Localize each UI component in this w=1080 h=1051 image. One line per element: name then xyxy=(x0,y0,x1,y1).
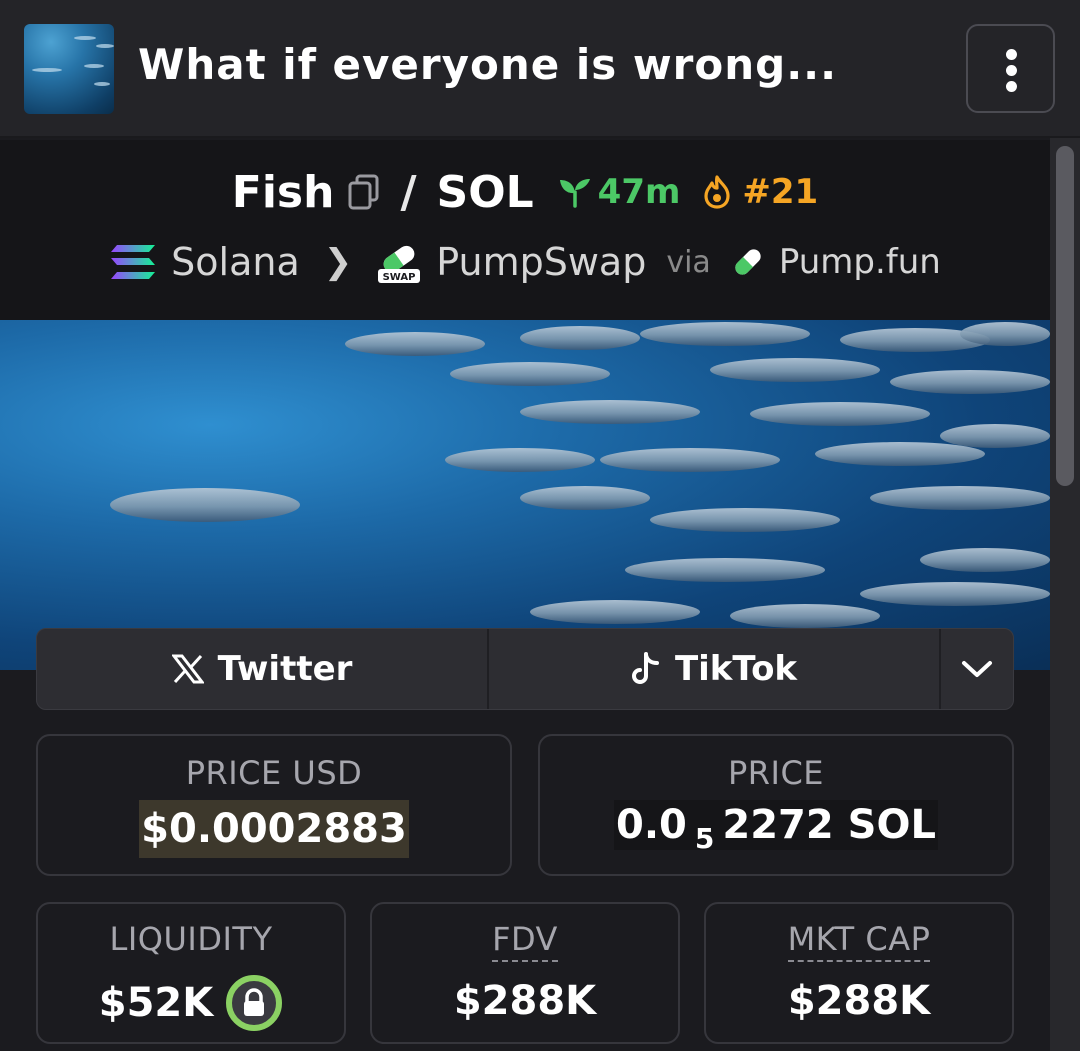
pumpswap-icon: SWAP xyxy=(378,245,421,283)
school-fish xyxy=(520,326,640,350)
dex-name[interactable]: PumpSwap xyxy=(436,240,646,284)
school-fish xyxy=(860,582,1050,606)
school-fish xyxy=(650,508,840,532)
pair-age: 47m xyxy=(558,172,681,212)
lock-icon[interactable] xyxy=(225,974,283,1032)
social-links-bar: Twitter TikTok xyxy=(36,628,1014,710)
pair-title: Fish / SOL 47m #21 xyxy=(0,162,1050,222)
more-options-button[interactable] xyxy=(966,24,1055,113)
school-fish xyxy=(710,358,880,382)
fdv-value: $288K xyxy=(453,978,597,1024)
school-fish xyxy=(920,548,1050,572)
school-fish xyxy=(890,370,1050,394)
pair-age-text: 47m xyxy=(597,172,681,212)
trending-rank-text: #21 xyxy=(742,172,819,212)
pill-icon xyxy=(735,249,761,275)
school-fish xyxy=(870,486,1050,510)
school-fish xyxy=(345,332,485,356)
chevron-right-icon: ❯ xyxy=(323,242,353,282)
solana-logo-icon xyxy=(111,245,156,279)
school-fish xyxy=(625,558,825,582)
mkt-cap-label[interactable]: MKT CAP xyxy=(706,920,1012,962)
scrollbar-thumb[interactable] xyxy=(1056,146,1074,486)
price-native-card: PRICE 0.0 5 2272 SOL xyxy=(538,734,1014,876)
svg-text:SWAP: SWAP xyxy=(383,272,416,283)
price-native-label: PRICE xyxy=(727,754,825,792)
mkt-cap-card: MKT CAP $288K xyxy=(704,902,1014,1044)
chain-name[interactable]: Solana xyxy=(171,240,300,284)
tiktok-label: TikTok xyxy=(674,649,798,689)
school-fish xyxy=(600,448,780,472)
token-thumbnail xyxy=(24,24,114,114)
price-native-unit: SOL xyxy=(847,802,936,848)
liquidity-value: $52K xyxy=(38,974,344,1032)
token-banner-image xyxy=(0,320,1050,670)
base-symbol: Fish xyxy=(231,166,335,218)
fdv-card: FDV $288K xyxy=(370,902,680,1044)
tiktok-icon xyxy=(631,652,659,684)
launchpad-name[interactable]: Pump.fun xyxy=(779,242,941,282)
tiktok-link[interactable]: TikTok xyxy=(489,629,939,709)
price-usd-amount: $0.0002883 xyxy=(139,800,409,858)
price-native-value: 0.0 5 2272 SOL xyxy=(540,800,1012,855)
copy-icon[interactable] xyxy=(348,174,380,210)
trending-rank[interactable]: #21 xyxy=(702,172,818,212)
more-socials-button[interactable] xyxy=(941,629,1013,709)
flame-icon xyxy=(704,175,731,209)
page-title: What if everyone is wrong... xyxy=(138,40,838,89)
price-native-prefix: 0.0 xyxy=(616,802,687,848)
twitter-label: Twitter xyxy=(217,649,353,689)
via-label: via xyxy=(666,244,711,280)
chevron-down-icon xyxy=(962,661,992,677)
scrollbar[interactable] xyxy=(1050,138,1080,1051)
token-header: Fish / SOL 47m #21 Solana ❯ SWAP PumpSwa… xyxy=(0,140,1050,320)
pair-separator: / xyxy=(400,166,417,218)
school-fish xyxy=(520,486,650,510)
school-fish xyxy=(730,604,880,628)
x-logo-icon xyxy=(171,654,204,684)
mkt-cap-label-text: MKT CAP xyxy=(787,920,931,962)
school-fish xyxy=(450,362,610,386)
price-native-zero-count: 5 xyxy=(694,822,715,855)
liquidity-card: LIQUIDITY $52K xyxy=(36,902,346,1044)
liquidity-amount: $52K xyxy=(98,980,214,1026)
sprout-icon xyxy=(559,179,590,208)
school-fish xyxy=(445,448,595,472)
price-usd-label: PRICE USD xyxy=(185,754,363,792)
school-fish xyxy=(640,322,810,346)
fdv-label-text: FDV xyxy=(492,920,558,962)
liquidity-label: LIQUIDITY xyxy=(109,920,273,958)
lone-fish xyxy=(110,488,300,522)
mkt-cap-value: $288K xyxy=(787,978,931,1024)
price-usd-card: PRICE USD $0.0002883 xyxy=(36,734,512,876)
school-fish xyxy=(530,600,700,624)
school-fish xyxy=(520,400,700,424)
price-usd-value: $0.0002883 xyxy=(38,800,510,858)
fdv-label[interactable]: FDV xyxy=(372,920,678,962)
breadcrumb: Solana ❯ SWAP PumpSwap via Pump.fun xyxy=(0,232,1050,292)
school-fish xyxy=(750,402,930,426)
quote-symbol: SOL xyxy=(436,166,534,218)
price-native-digits: 2272 xyxy=(722,802,834,848)
app-header: What if everyone is wrong... xyxy=(0,0,1080,138)
school-fish xyxy=(815,442,985,466)
school-fish xyxy=(960,322,1050,346)
twitter-link[interactable]: Twitter xyxy=(37,629,487,709)
